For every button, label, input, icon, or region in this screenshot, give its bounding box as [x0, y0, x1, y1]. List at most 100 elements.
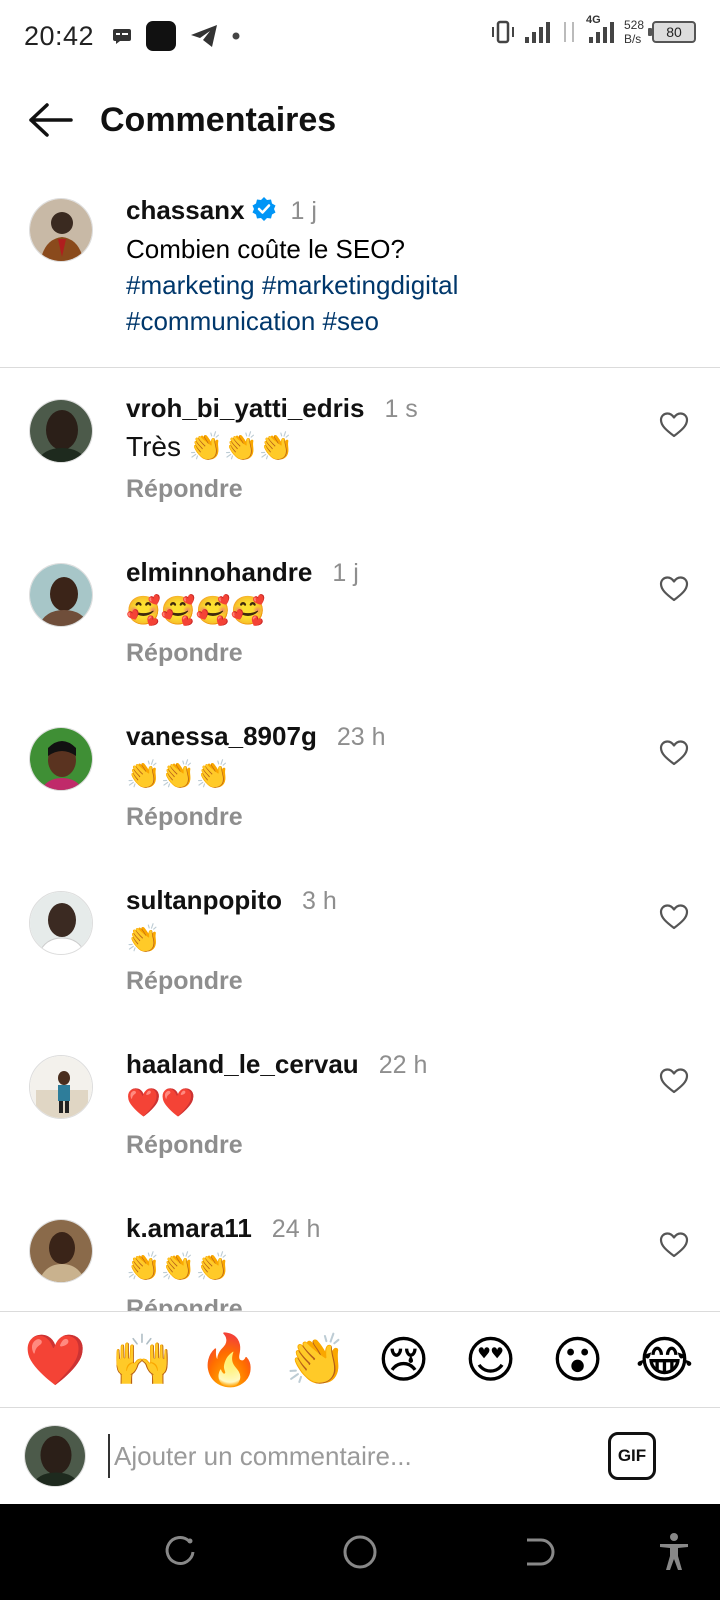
comment-username[interactable]: k.amara11 [126, 1213, 252, 1243]
like-heart-icon[interactable] [658, 901, 690, 933]
reply-button[interactable]: Répondre [126, 475, 243, 504]
avatar[interactable] [29, 727, 93, 791]
avatar[interactable] [29, 891, 93, 955]
caption-hashtags: #marketing #marketingdigital #communicat… [126, 267, 686, 339]
like-heart-icon[interactable] [658, 409, 690, 441]
network-type: 4G [585, 14, 601, 26]
caption-text: chassanx 1 j Combien coûte le SEO? #marke… [126, 192, 686, 339]
status-indicators: 4G 528 B/s 80 [490, 14, 696, 46]
comment-item: sultanpopito 3 h 👏 Répondre [0, 861, 720, 1025]
message-icon [112, 28, 132, 44]
comment-text: 👏👏👏 [126, 1251, 231, 1282]
caption-body: Combien coûte le SEO? [126, 234, 405, 264]
reply-button[interactable]: Répondre [126, 1295, 243, 1311]
header: Commentaires [0, 84, 720, 156]
comment-time: 23 h [336, 723, 386, 751]
home-circle-icon [343, 1535, 377, 1569]
comment-username[interactable]: vanessa_8907g [126, 721, 317, 751]
hashtag-link[interactable]: #seo [323, 306, 379, 336]
back-button[interactable] [0, 84, 100, 156]
reaction-fire-emoji[interactable]: 🔥 [195, 1330, 265, 1390]
speed-unit: B/s [623, 32, 642, 46]
reaction-crying-emoji[interactable]: 😢 [369, 1330, 439, 1390]
comment-item: k.amara11 24 h 👏👏👏 Répondre [0, 1189, 720, 1311]
like-heart-icon[interactable] [658, 1229, 690, 1261]
reaction-clap-emoji[interactable]: 👏 [282, 1330, 352, 1390]
recent-apps-button[interactable] [160, 1532, 200, 1572]
accessibility-button[interactable] [654, 1532, 694, 1572]
quick-reactions-bar: ❤️ 🙌 🔥 👏 😢 😍 😮 😂 [0, 1311, 720, 1408]
page-title: Commentaires [100, 100, 337, 139]
status-bar: 20:42 4G 528 B/s 80 [0, 0, 720, 72]
caption-time: 1 j [290, 197, 317, 225]
accessibility-icon [660, 1533, 688, 1570]
comment-item: elminnohandre 1 j 🥰🥰🥰🥰 Répondre [0, 533, 720, 697]
comment-header: k.amara11 24 h [126, 1211, 320, 1246]
comment-text: Très 👏👏👏 [126, 431, 294, 462]
vibrate-icon [490, 19, 516, 45]
current-user-avatar [24, 1425, 86, 1487]
home-button[interactable] [340, 1532, 380, 1572]
comment-composer: GIF [0, 1408, 720, 1504]
back-nav-button[interactable] [518, 1532, 558, 1572]
hashtag-link[interactable]: #marketing [126, 270, 255, 300]
gif-button[interactable]: GIF [608, 1432, 656, 1480]
reply-button[interactable]: Répondre [126, 967, 243, 996]
comment-text: ❤️❤️ [126, 1087, 196, 1118]
comments-list[interactable]: vroh_bi_yatti_edris 1 s Très 👏👏👏 Répondre… [0, 369, 720, 1311]
battery-indicator: 80 [648, 21, 696, 43]
reaction-laughing-emoji[interactable]: 😂 [630, 1330, 700, 1390]
post-caption: chassanx 1 j Combien coûte le SEO? #marke… [0, 180, 720, 368]
signal-4g-icon: 4G [586, 14, 616, 44]
comment-header: vanessa_8907g 23 h [126, 719, 386, 754]
comment-time: 24 h [271, 1215, 321, 1243]
comment-input[interactable] [108, 1434, 578, 1478]
comment-header: sultanpopito 3 h [126, 883, 337, 918]
comment-header: elminnohandre 1 j [126, 555, 359, 590]
app-icon [146, 21, 177, 51]
comment-item: haaland_le_cervau 22 h ❤️❤️ Répondre [0, 1025, 720, 1189]
reply-button[interactable]: Répondre [126, 639, 243, 668]
avatar[interactable] [29, 399, 93, 463]
reaction-raised-hands-emoji[interactable]: 🙌 [108, 1330, 178, 1390]
comment-time: 22 h [378, 1051, 428, 1079]
reaction-surprised-emoji[interactable]: 😮 [543, 1330, 613, 1390]
avatar[interactable] [29, 1055, 93, 1119]
hashtag-link[interactable]: #marketingdigital [262, 270, 459, 300]
recent-apps-icon [165, 1536, 195, 1565]
signal-icon [524, 20, 552, 44]
comment-text: 👏👏👏 [126, 759, 231, 790]
notification-icons [112, 21, 240, 51]
comment-item: vanessa_8907g 23 h 👏👏👏 Répondre [0, 697, 720, 861]
comment-username[interactable]: sultanpopito [126, 885, 282, 915]
caption-username[interactable]: chassanx [126, 195, 245, 225]
comment-time: 1 j [332, 559, 359, 587]
comment-header: haaland_le_cervau 22 h [126, 1047, 427, 1082]
comment-time: 1 s [384, 395, 418, 423]
battery-level: 80 [666, 24, 682, 40]
like-heart-icon[interactable] [658, 1065, 690, 1097]
more-notifications-dot-icon [232, 32, 240, 40]
back-nav-icon [527, 1538, 555, 1566]
comment-text: 🥰🥰🥰🥰 [126, 595, 266, 626]
avatar[interactable] [29, 563, 93, 627]
comment-username[interactable]: vroh_bi_yatti_edris [126, 393, 364, 423]
comment-username[interactable]: elminnohandre [126, 557, 312, 587]
reply-button[interactable]: Répondre [126, 1131, 243, 1160]
verified-badge-icon [251, 195, 277, 231]
reaction-heart-eyes-emoji[interactable]: 😍 [456, 1330, 526, 1390]
avatar[interactable] [29, 1219, 93, 1283]
reply-button[interactable]: Répondre [126, 803, 243, 832]
comment-item: vroh_bi_yatti_edris 1 s Très 👏👏👏 Répondre [0, 369, 720, 533]
hashtag-link[interactable]: #communication [126, 306, 315, 336]
data-transfer-icon [560, 20, 578, 44]
gif-label: GIF [617, 1446, 647, 1465]
network-speed: 528 B/s [624, 18, 644, 46]
speed-value: 528 [623, 18, 644, 32]
reaction-heart-emoji[interactable]: ❤️ [21, 1330, 91, 1390]
like-heart-icon[interactable] [658, 573, 690, 605]
system-navigation-bar [0, 1504, 720, 1600]
like-heart-icon[interactable] [658, 737, 690, 769]
avatar[interactable] [29, 198, 93, 262]
comment-username[interactable]: haaland_le_cervau [126, 1049, 359, 1079]
